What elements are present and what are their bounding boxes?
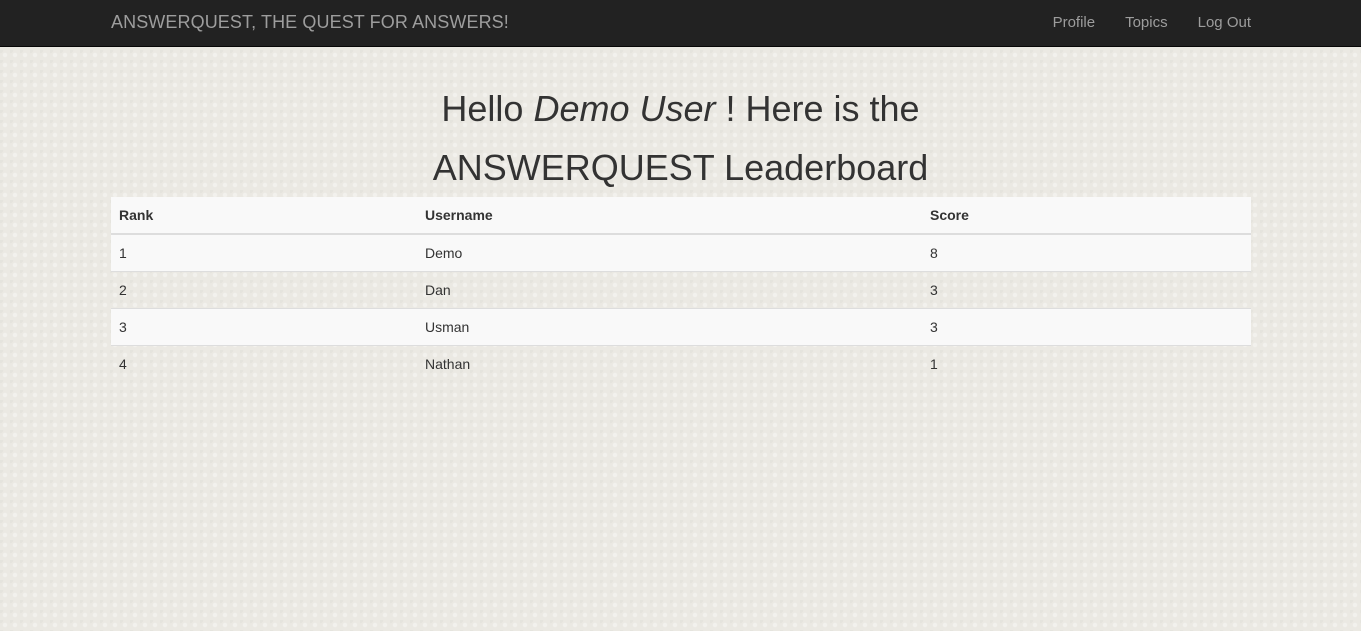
leaderboard-table-container: Rank Username Score 1 Demo 8 2 Dan 3 3 U… — [111, 197, 1251, 382]
page-title: Hello Demo User ! Here is the ANSWERQUES… — [0, 79, 1361, 197]
username-cell: Nathan — [425, 355, 471, 372]
brand-link[interactable]: ANSWERQUEST, THE QUEST FOR ANSWERS! — [111, 12, 509, 32]
column-header-score: Score — [930, 207, 969, 223]
leaderboard-table: Rank Username Score 1 Demo 8 2 Dan 3 3 U… — [111, 197, 1251, 382]
rank-cell: 2 — [119, 281, 127, 298]
table-row: 1 Demo 8 — [111, 234, 1251, 271]
username-cell: Usman — [425, 318, 470, 335]
score-cell: 3 — [930, 318, 938, 335]
greeting-suffix: ! Here is the — [715, 88, 920, 129]
user-name: Demo User — [533, 88, 716, 129]
table-row: 3 Usman 3 — [111, 308, 1251, 345]
score-cell: 8 — [930, 244, 938, 261]
leaderboard-title: ANSWERQUEST Leaderboard — [432, 147, 929, 188]
nav-profile-link[interactable]: Profile — [1053, 13, 1096, 33]
nav-logout-link[interactable]: Log Out — [1198, 13, 1251, 33]
nav-links: Profile Topics Log Out — [1023, 0, 1251, 46]
nav-topics-link[interactable]: Topics — [1125, 13, 1168, 33]
table-row: 2 Dan 3 — [111, 271, 1251, 308]
greeting-prefix: Hello — [441, 88, 534, 129]
greeting-line: Hello Demo User ! Here is the — [0, 79, 1361, 138]
top-navbar: ANSWERQUEST, THE QUEST FOR ANSWERS! Prof… — [0, 0, 1361, 47]
column-header-username: Username — [425, 207, 493, 223]
username-cell: Dan — [425, 281, 451, 298]
rank-cell: 3 — [119, 318, 127, 335]
username-cell: Demo — [425, 244, 463, 261]
score-cell: 1 — [930, 355, 938, 372]
column-header-rank: Rank — [119, 207, 154, 223]
table-row: 4 Nathan 1 — [111, 345, 1251, 382]
rank-cell: 1 — [119, 244, 127, 261]
rank-cell: 4 — [119, 355, 127, 372]
table-header-row: Rank Username Score — [111, 197, 1251, 234]
score-cell: 3 — [930, 281, 938, 298]
